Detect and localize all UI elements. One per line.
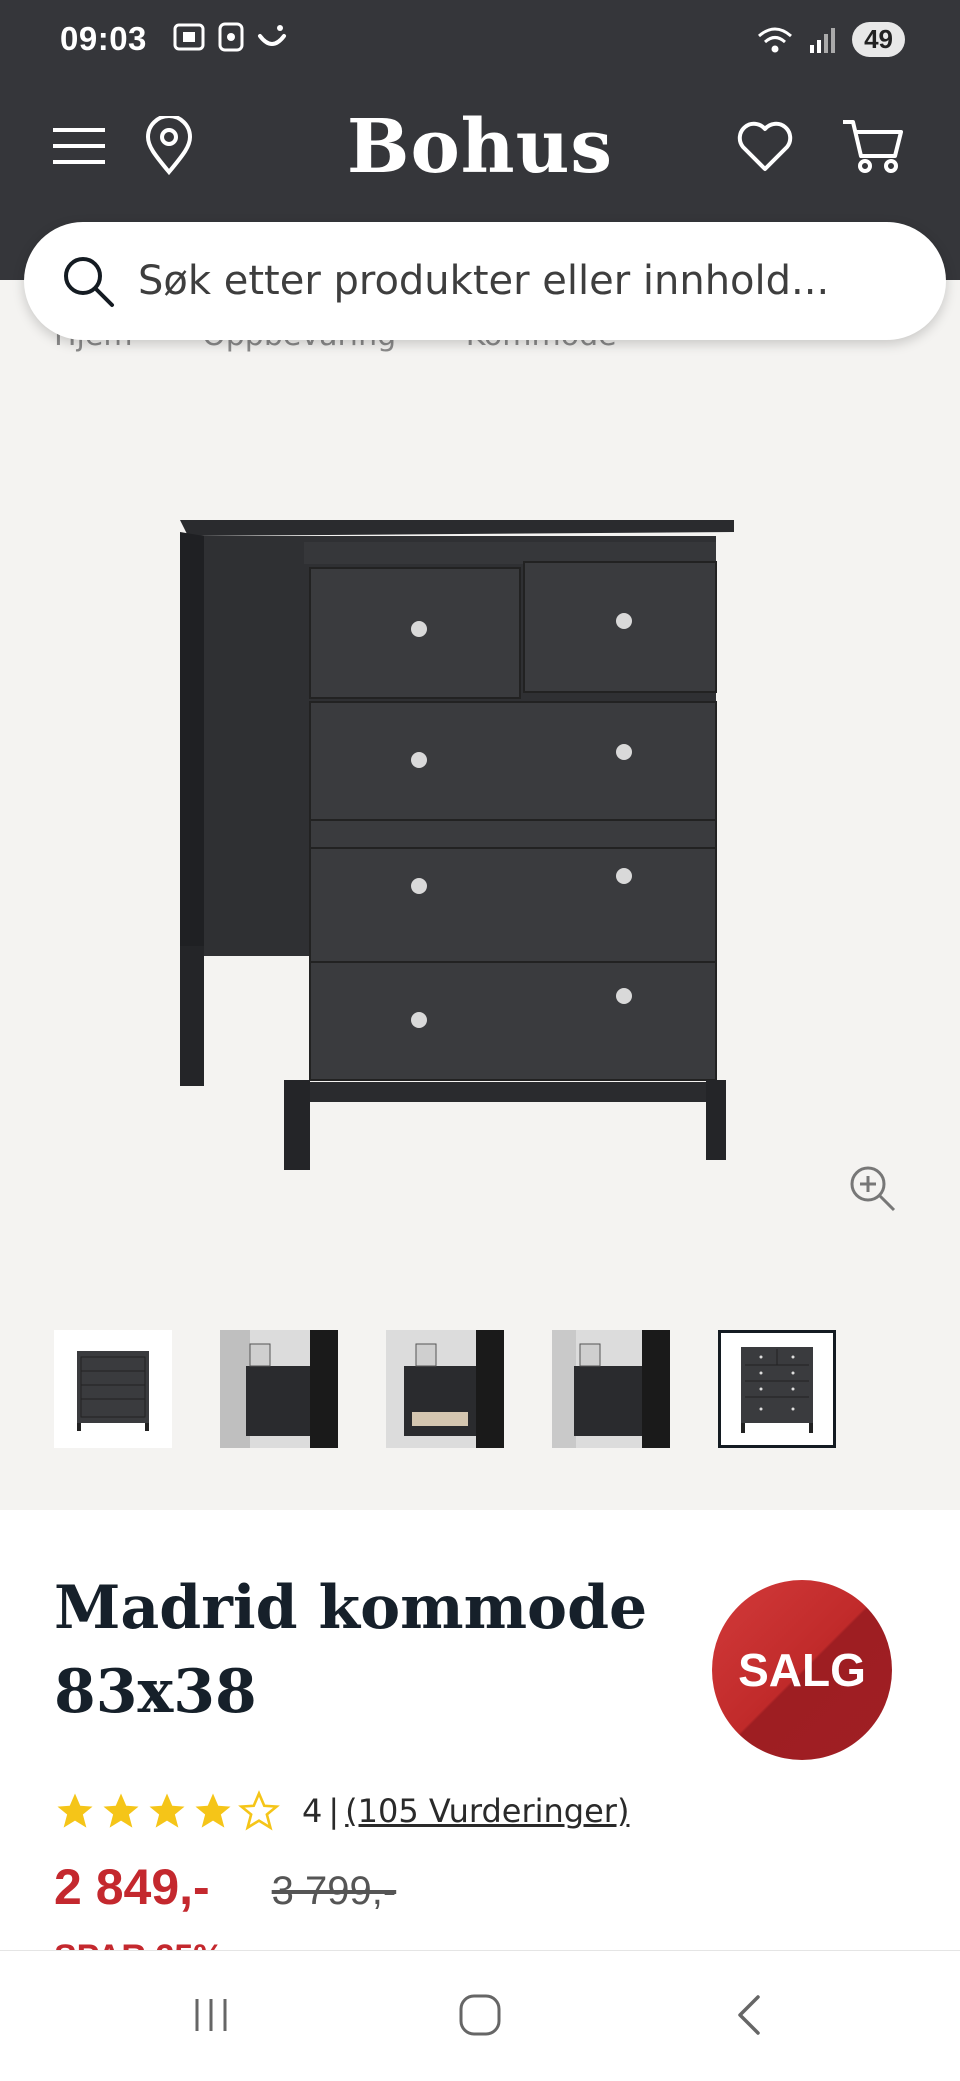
star-filled-icon — [103, 1793, 139, 1828]
sale-price: 2 849,- — [54, 1859, 210, 1915]
smile-icon — [258, 25, 286, 46]
original-price: 3 799,- — [271, 1869, 397, 1913]
wishlist-button[interactable] — [730, 111, 800, 181]
thumbnail-image — [220, 1330, 338, 1448]
app-notification-icon — [218, 22, 244, 52]
bohus-logo[interactable]: Bohus — [0, 104, 960, 190]
star-empty-icon — [238, 1790, 280, 1831]
zoom-button[interactable] — [846, 1162, 902, 1218]
search-button[interactable] — [58, 251, 118, 311]
signal-icon — [810, 27, 836, 53]
rating-separator: | — [328, 1792, 340, 1830]
product-title-line2: 83x38 — [54, 1657, 257, 1727]
star-filled-icon — [57, 1793, 93, 1828]
product-title-line1: Madrid kommode — [54, 1573, 648, 1643]
cart-button[interactable] — [838, 111, 908, 181]
star-rating — [54, 1790, 280, 1832]
rating-value: 4 — [302, 1792, 323, 1830]
system-nav-bar — [0, 1950, 960, 2081]
reviews-link[interactable]: (105 Vurderinger) — [345, 1792, 629, 1830]
back-icon — [738, 1995, 760, 2035]
status-system-icons: 49 — [756, 22, 905, 57]
home-button[interactable] — [445, 1985, 515, 2045]
status-bar: 09:03 49 — [0, 0, 960, 86]
battery-level: 49 — [852, 22, 905, 57]
sale-badge: SALG — [712, 1580, 892, 1760]
thumbnail-5-selected[interactable] — [718, 1330, 836, 1448]
cart-icon — [843, 120, 903, 173]
product-gallery: Hjem Oppbevaring Kommode — [0, 280, 960, 1510]
heart-icon — [737, 121, 793, 171]
recent-apps-icon — [195, 1999, 227, 2031]
status-time: 09:03 — [60, 20, 147, 57]
back-button[interactable] — [715, 1985, 785, 2045]
thumbnail-image — [741, 1347, 813, 1433]
thumbnail-1[interactable] — [54, 1330, 172, 1448]
wifi-icon — [758, 27, 793, 52]
rating-row: 4 | (105 Vurderinger) — [54, 1790, 629, 1832]
thumbnail-strip — [54, 1330, 934, 1454]
thumbnail-3[interactable] — [386, 1330, 504, 1448]
product-title: Madrid kommode 83x38 — [54, 1566, 674, 1734]
thumbnail-2[interactable] — [220, 1330, 338, 1448]
search-bar[interactable]: Søk etter produkter eller innhold... — [24, 222, 946, 340]
product-info: Madrid kommode 83x38 SALG 4 | (105 Vurde… — [0, 1510, 960, 1960]
search-input[interactable]: Søk etter produkter eller innhold... — [138, 258, 829, 304]
thumbnail-image — [386, 1330, 504, 1448]
product-main-image[interactable] — [160, 490, 760, 1190]
star-filled-icon — [195, 1793, 231, 1828]
zoom-in-icon — [850, 1166, 896, 1212]
star-filled-icon — [149, 1793, 185, 1828]
thumbnail-image — [552, 1330, 670, 1448]
search-icon — [64, 257, 114, 307]
recent-apps-button[interactable] — [176, 1985, 246, 2045]
thumbnail-image — [77, 1351, 149, 1431]
status-notification-icons — [172, 22, 288, 52]
home-icon — [459, 1994, 501, 2036]
price-row: 2 849,- 3 799,- — [54, 1858, 396, 1916]
screenshot-icon — [173, 23, 205, 51]
thumbnail-4[interactable] — [552, 1330, 670, 1448]
